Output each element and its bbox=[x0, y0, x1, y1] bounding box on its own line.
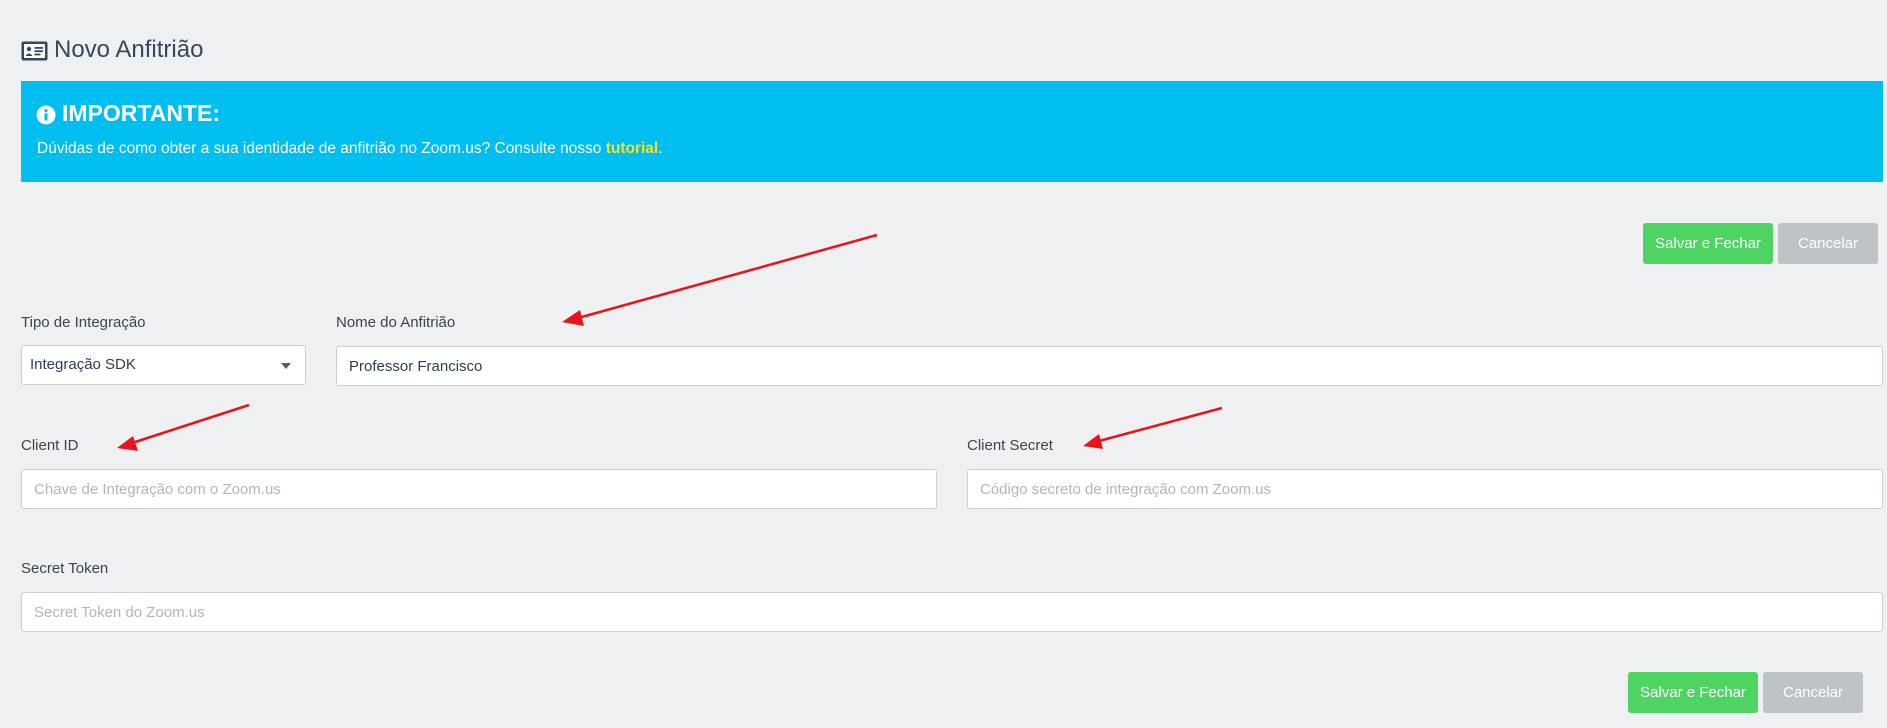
client-id-input[interactable] bbox=[21, 469, 937, 509]
alert-body-text: Dúvidas de como obter a sua identidade d… bbox=[37, 140, 606, 157]
chevron-down-icon bbox=[281, 363, 291, 369]
save-and-close-button-top[interactable]: Salvar e Fechar bbox=[1643, 223, 1773, 264]
page-title: Novo Anfitrião bbox=[21, 36, 203, 64]
cancel-button-top[interactable]: Cancelar bbox=[1778, 223, 1878, 264]
host-name-label: Nome do Anfitrião bbox=[336, 314, 456, 331]
alert-trailing: . bbox=[658, 140, 663, 157]
secret-token-input[interactable] bbox=[21, 592, 1883, 632]
alert-text: Dúvidas de como obter a sua identidade d… bbox=[37, 140, 663, 158]
client-id-label: Client ID bbox=[21, 437, 79, 454]
tutorial-link[interactable]: tutorial bbox=[606, 140, 659, 157]
annotation-arrow-host-name bbox=[562, 233, 878, 326]
integration-type-value: Integração SDK bbox=[30, 356, 136, 373]
integration-type-select[interactable]: Integração SDK bbox=[21, 345, 306, 385]
save-and-close-button-bottom[interactable]: Salvar e Fechar bbox=[1628, 672, 1758, 713]
alert-heading: IMPORTANTE: bbox=[36, 100, 220, 127]
page-title-text: Novo Anfitrião bbox=[54, 36, 204, 63]
host-name-input[interactable] bbox=[336, 346, 1883, 386]
info-alert: IMPORTANTE: Dúvidas de como obter a sua … bbox=[21, 81, 1883, 182]
alert-heading-text: IMPORTANTE: bbox=[62, 100, 221, 126]
info-circle-icon bbox=[36, 104, 56, 124]
cancel-button-bottom[interactable]: Cancelar bbox=[1763, 672, 1863, 713]
client-secret-label: Client Secret bbox=[967, 437, 1053, 454]
annotation-arrow-client-secret bbox=[1083, 406, 1223, 449]
annotation-arrow-client-id bbox=[117, 403, 250, 451]
secret-token-label: Secret Token bbox=[21, 560, 109, 577]
integration-type-label: Tipo de Integração bbox=[21, 314, 146, 331]
id-card-icon bbox=[21, 40, 48, 61]
client-secret-input[interactable] bbox=[967, 469, 1883, 509]
